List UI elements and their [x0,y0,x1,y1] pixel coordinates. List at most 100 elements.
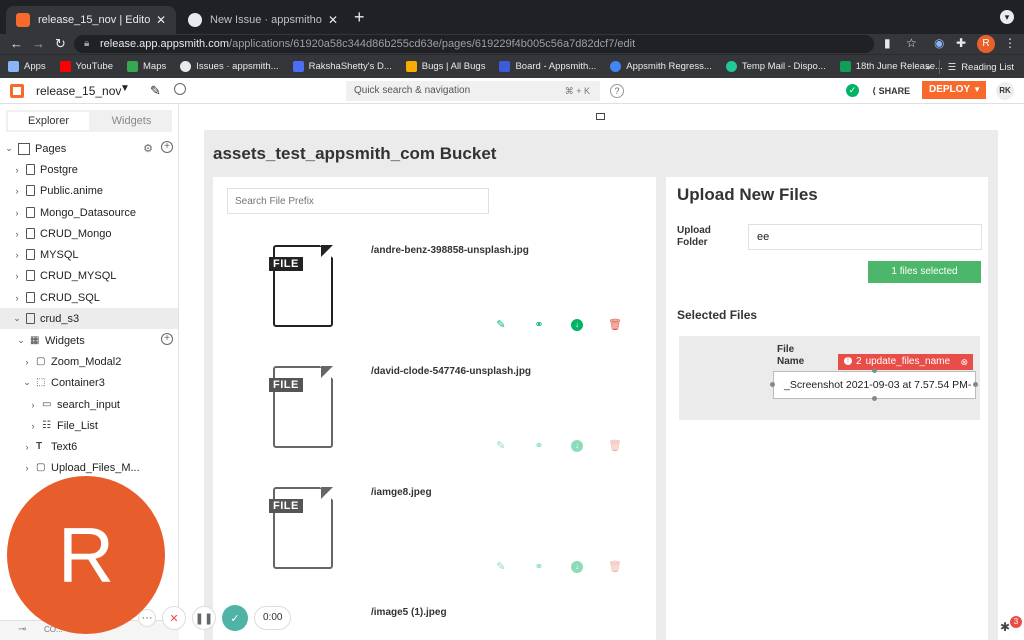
sidebar-item-crud-sql[interactable]: › CRUD_SQL [0,287,178,308]
resize-handle-left[interactable] [770,382,775,387]
chevron-right-icon[interactable]: › [28,421,38,431]
settings-icon[interactable]: ⊗ [960,354,968,370]
chevron-right-icon[interactable]: › [12,293,22,303]
back-icon[interactable]: ← [10,36,23,51]
tab-search-icon[interactable]: ▾ [1000,10,1014,24]
bookmark-star-icon[interactable]: ☆ [906,36,917,50]
chevron-right-icon[interactable]: › [12,186,22,196]
sidebar-item-postgre[interactable]: › Postgre [0,159,178,180]
chevron-right-icon[interactable]: › [22,442,32,452]
chevron-right-icon[interactable]: › [12,208,22,218]
link-icon[interactable]: ⚭ [532,318,546,332]
sidebar-item-crud-mongo[interactable]: › CRUD_Mongo [0,223,178,244]
sidebar-item-search-input[interactable]: › ▭ search_input [0,394,178,415]
device-preview-icon[interactable] [596,113,605,120]
trash-icon[interactable]: 🗑︎ [608,560,622,574]
pencil-icon[interactable]: ✎ [494,318,508,332]
chevron-right-icon[interactable]: › [12,165,22,175]
file-name-input[interactable]: _Screenshot 2021-09-03 at 7.57.54 PM- [773,371,976,399]
sidebar-item-crud-s3[interactable]: ⌄ crud_s3 [0,308,178,329]
sidebar-item-container3[interactable]: ⌄ ⬚ Container3 [0,372,178,393]
pencil-icon[interactable]: ✎ [494,439,508,453]
deploy-button[interactable]: DEPLOY ▼ [922,81,986,99]
sidebar-item-mongo-datasource[interactable]: › Mongo_Datasource [0,202,178,223]
link-icon[interactable]: ⚭ [532,560,546,574]
camera-icon[interactable]: ▮ [884,36,891,50]
reload-icon[interactable]: ↻ [55,36,66,52]
bookmark-issues[interactable]: Issues · appsmith... [180,61,279,72]
user-avatar[interactable]: RK [996,82,1014,100]
download-icon[interactable]: ↓ [571,561,583,573]
menu-dots-icon[interactable]: ⋮ [1004,36,1016,50]
chevron-right-icon[interactable]: › [12,250,22,260]
sidebar-item-crud-mysql[interactable]: › CRUD_MYSQL [0,265,178,286]
add-widget-icon[interactable]: + [161,333,173,345]
share-button[interactable]: ⟨ SHARE [872,86,910,97]
sidebar-item-text6[interactable]: › T Text6 [0,436,178,457]
trash-icon[interactable]: 🗑︎ [608,439,622,453]
bookmark-dashboard[interactable]: RakshaShetty's D... [292,61,392,72]
sidebar-item-zoom-modal2[interactable]: › ▢ Zoom_Modal2 [0,351,178,372]
quick-search-input[interactable]: Quick search & navigation ⌘ + K [346,81,600,101]
resize-handle-bottom[interactable] [872,396,877,401]
chevron-down-icon[interactable]: ⌄ [4,143,14,154]
download-icon[interactable]: ↓ [571,319,583,331]
sidebar-item-mysql[interactable]: › MYSQL [0,244,178,265]
chevron-down-icon[interactable]: ▼ [120,83,130,94]
pause-recording-button[interactable]: ❚❚ [192,606,216,630]
resize-handle-right[interactable] [973,382,978,387]
bookmark-bugs[interactable]: Bugs | All Bugs [405,61,485,72]
tab-widgets[interactable]: Widgets [91,110,172,132]
gear-icon[interactable]: ⚙ [143,142,153,155]
app-name[interactable]: release_15_nov [36,84,121,98]
debugger-button[interactable]: ✱ 3 [1000,616,1022,634]
appsmith-logo-icon[interactable] [10,84,24,98]
close-tab-icon[interactable]: ✕ [156,13,166,27]
bookmark-board[interactable]: Board - Appsmith... [499,61,596,72]
reading-list[interactable]: Reading List [961,62,1014,73]
chevron-down-icon[interactable]: ⌄ [16,335,26,346]
comment-icon[interactable] [174,83,186,95]
bookmark-temp-mail[interactable]: Temp Mail - Dispo... [725,61,826,72]
resize-handle-top[interactable] [872,368,877,373]
chevron-right-icon[interactable]: › [22,357,32,367]
sidebar-item-file-list[interactable]: › ☷ File_List [0,415,178,436]
widget-name-tag[interactable]: ! 2 update_files_name ⊗ [838,354,973,370]
bookmark-maps[interactable]: Maps [127,61,166,72]
tab-explorer[interactable]: Explorer [8,112,89,130]
sidebar-pages-header[interactable]: ⌄ Pages ⚙ + [0,138,178,159]
forward-icon[interactable]: → [32,36,45,51]
sidebar-item-upload-files-modal[interactable]: › ▢ Upload_Files_M... [0,457,178,478]
close-tab-icon[interactable]: ✕ [328,13,338,27]
sidebar-item-widgets[interactable]: ⌄ ▦ Widgets + [0,330,178,351]
url-input[interactable]: 🔒︎ release.app.appsmith.com/applications… [74,35,874,53]
more-options-button[interactable]: ··· [138,609,156,627]
trash-icon[interactable]: 🗑︎ [608,318,622,332]
upload-folder-input[interactable]: ee [748,224,982,250]
browser-tab-editor[interactable]: release_15_nov | Editor | Appsm ✕ [6,6,176,34]
more-bookmarks-icon[interactable]: » [925,62,930,73]
finish-recording-button[interactable]: ✓ [222,605,248,631]
browser-tab-new-issue[interactable]: New Issue · appsmithorg/apps ✕ [178,6,348,34]
help-icon[interactable]: ? [610,84,624,98]
cancel-recording-button[interactable]: ✕ [162,606,186,630]
pencil-icon[interactable]: ✎ [494,560,508,574]
chevron-down-icon[interactable]: ⌄ [22,377,32,388]
bookmark-regression[interactable]: Appsmith Regress... [610,61,712,72]
new-tab-icon[interactable]: + [354,8,365,26]
search-file-prefix-input[interactable] [227,188,489,214]
puzzle-icon[interactable]: ✚ [956,36,966,50]
sidebar-item-public-anime[interactable]: › Public.anime [0,180,178,201]
download-icon[interactable]: ↓ [571,440,583,452]
pencil-icon[interactable]: ✎ [150,83,161,99]
chevron-right-icon[interactable]: › [12,271,22,281]
chevron-right-icon[interactable]: › [12,229,22,239]
link-icon[interactable]: ⚭ [532,439,546,453]
chevron-right-icon[interactable]: › [22,463,32,473]
bookmark-youtube[interactable]: YouTube [59,61,113,72]
profile-avatar[interactable]: R [977,35,995,53]
extension-icon[interactable]: ◉ [934,36,944,50]
chevron-down-icon[interactable]: ⌄ [12,313,22,324]
select-files-button[interactable]: 1 files selected [868,261,981,283]
bookmark-apps[interactable]: Apps [8,61,46,72]
